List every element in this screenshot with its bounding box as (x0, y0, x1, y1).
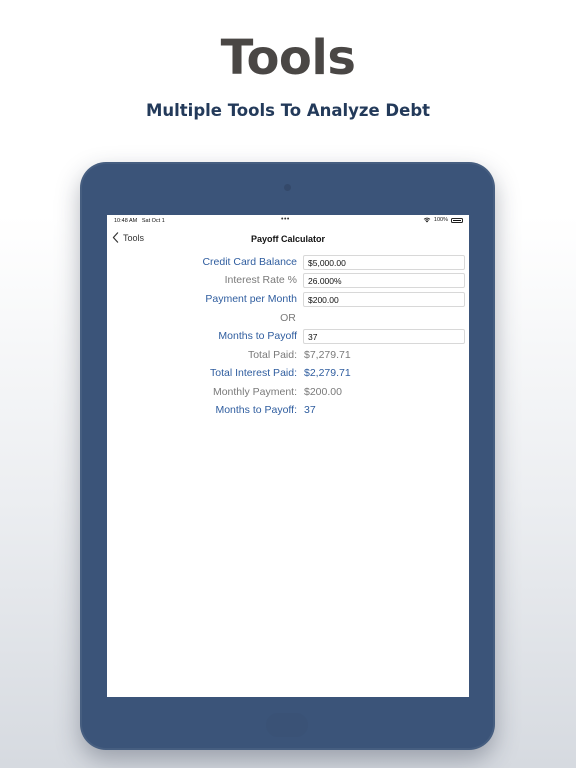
status-bar: 10:48 AM Sat Oct 1 ••• 100% (107, 215, 469, 227)
battery-icon (451, 217, 463, 223)
wifi-icon (423, 217, 431, 223)
navigation-bar: Tools Payoff Calculator (107, 229, 469, 249)
months-row: Months to Payoff (107, 329, 469, 345)
payment-label: Payment per Month (205, 293, 297, 305)
months-input[interactable] (303, 329, 465, 344)
monthly-payment-row: Monthly Payment: $200.00 (107, 385, 469, 401)
promo-title: Tools (220, 30, 356, 86)
monthly-payment-value: $200.00 (304, 386, 342, 398)
multitasking-dots-icon[interactable]: ••• (281, 216, 290, 223)
balance-label: Credit Card Balance (202, 256, 297, 268)
months-to-payoff-value: 37 (304, 404, 316, 416)
page-title: Payoff Calculator (250, 234, 326, 244)
monthly-payment-label: Monthly Payment: (212, 386, 297, 398)
total-interest-value: $2,279.71 (304, 367, 351, 379)
total-paid-label: Total Paid: (247, 349, 297, 361)
interest-rate-row: Interest Rate % (107, 273, 469, 289)
or-separator: OR (280, 312, 296, 324)
interest-rate-input[interactable] (303, 273, 465, 288)
battery-percent: 100% (433, 217, 448, 223)
months-label: Months to Payoff (218, 330, 297, 342)
status-time: 10:48 AM (114, 218, 138, 224)
interest-rate-label: Interest Rate % (224, 274, 297, 286)
total-interest-label: Total Interest Paid: (210, 367, 297, 379)
balance-row: Credit Card Balance (107, 255, 469, 271)
balance-input[interactable] (303, 255, 465, 270)
months-to-payoff-row: Months to Payoff: 37 (107, 403, 469, 419)
months-to-payoff-label: Months to Payoff: (215, 404, 297, 416)
total-paid-value: $7,279.71 (304, 349, 351, 361)
payment-row: Payment per Month (107, 292, 469, 308)
app-screen: 10:48 AM Sat Oct 1 ••• 100% Tools Payoff… (107, 215, 469, 697)
total-paid-row: Total Paid: $7,279.71 (107, 348, 469, 364)
promo-subtitle: Multiple Tools To Analyze Debt (145, 101, 431, 120)
home-button (266, 713, 308, 737)
status-date: Sat Oct 1 (141, 218, 165, 224)
total-interest-row: Total Interest Paid: $2,279.71 (107, 366, 469, 382)
camera-icon (284, 184, 291, 191)
payment-input[interactable] (303, 292, 465, 307)
